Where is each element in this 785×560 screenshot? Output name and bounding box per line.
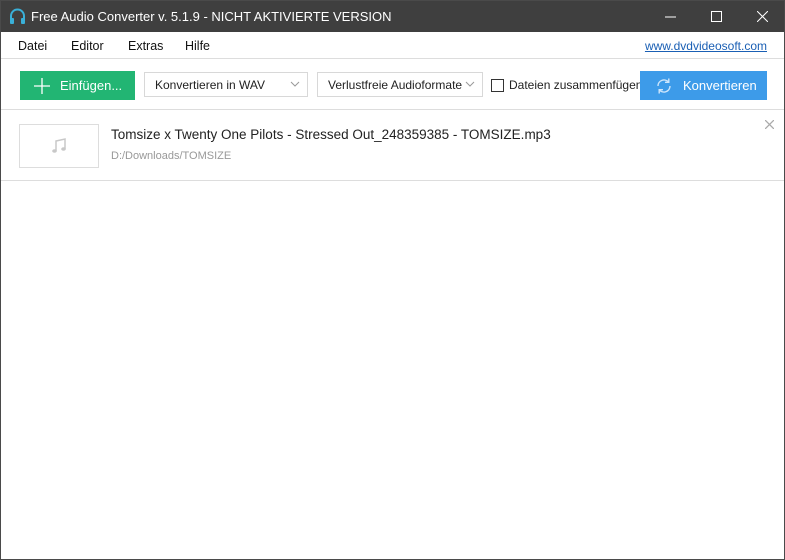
website-link[interactable]: www.dvdvideosoft.com: [645, 39, 767, 53]
music-note-icon: [52, 138, 66, 153]
chevron-down-icon: [465, 81, 475, 87]
output-format-select[interactable]: Konvertieren in WAV: [144, 72, 308, 97]
preset-select[interactable]: Verlustfreie Audioformate: [317, 72, 483, 97]
file-name: Tomsize x Twenty One Pilots - Stressed O…: [111, 127, 551, 142]
close-icon: [756, 11, 768, 22]
convert-label: Konvertieren: [683, 78, 757, 93]
checkbox-box[interactable]: [491, 78, 504, 92]
file-list-item[interactable]: Tomsize x Twenty One Pilots - Stressed O…: [1, 111, 784, 181]
menu-extras[interactable]: Extras: [128, 39, 163, 53]
menu-datei[interactable]: Datei: [18, 39, 47, 53]
convert-button[interactable]: Konvertieren: [640, 71, 767, 100]
chevron-down-icon: [290, 81, 300, 87]
menu-editor[interactable]: Editor: [71, 39, 104, 53]
app-window: Free Audio Converter v. 5.1.9 - NICHT AK…: [0, 0, 785, 560]
minimize-button[interactable]: [647, 1, 693, 32]
file-thumbnail: [19, 124, 99, 168]
plus-icon: [34, 77, 50, 94]
file-path: D:/Downloads/TOMSIZE: [111, 150, 232, 162]
merge-files-checkbox[interactable]: Dateien zusammenfügen: [491, 78, 642, 92]
window-title: Free Audio Converter v. 5.1.9 - NICHT AK…: [31, 9, 392, 24]
toolbar: Einfügen... Konvertieren in WAV Verlustf…: [1, 59, 784, 110]
menu-hilfe[interactable]: Hilfe: [185, 39, 210, 53]
maximize-button[interactable]: [693, 1, 739, 32]
maximize-icon: [710, 11, 722, 22]
add-files-button[interactable]: Einfügen...: [20, 71, 135, 100]
merge-files-label: Dateien zusammenfügen: [509, 78, 643, 92]
headphones-icon: [10, 8, 25, 24]
refresh-icon: [657, 78, 671, 93]
preset-value: Verlustfreie Audioformate: [328, 78, 463, 92]
remove-file-icon[interactable]: [765, 120, 774, 129]
minimize-icon: [664, 16, 676, 18]
add-files-label: Einfügen...: [60, 78, 123, 93]
close-button[interactable]: [739, 1, 785, 32]
menu-bar: Datei Editor Extras Hilfe www.dvdvideoso…: [1, 32, 784, 59]
title-bar: Free Audio Converter v. 5.1.9 - NICHT AK…: [1, 1, 784, 32]
output-format-value: Konvertieren in WAV: [155, 78, 266, 92]
